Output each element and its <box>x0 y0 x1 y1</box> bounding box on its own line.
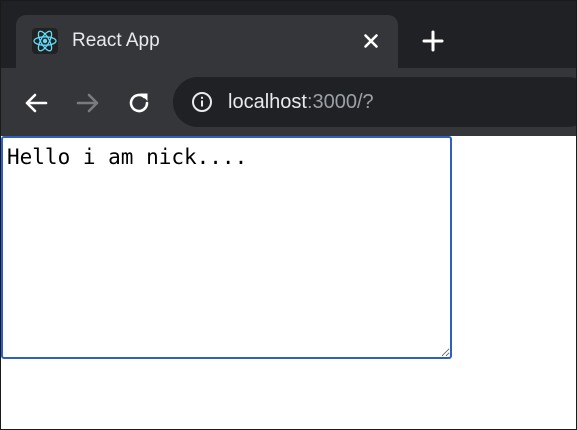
reload-icon[interactable] <box>125 89 153 117</box>
info-icon[interactable] <box>191 91 213 113</box>
react-logo-icon <box>32 28 58 54</box>
address-bar[interactable]: localhost:3000/? <box>173 77 576 127</box>
page-content: Hello i am nick.... <box>1 136 576 429</box>
url-host: localhost <box>228 91 307 113</box>
browser-toolbar: localhost:3000/? <box>1 68 576 136</box>
close-icon[interactable] <box>358 28 384 54</box>
arrow-right-icon[interactable] <box>74 89 102 117</box>
message-textarea[interactable]: Hello i am nick.... <box>1 136 452 359</box>
tab-title: React App <box>72 30 160 51</box>
plus-icon[interactable] <box>419 27 447 55</box>
url-path: :3000/? <box>306 91 374 113</box>
url-text[interactable]: localhost:3000/? <box>228 90 374 114</box>
tab-strip: React App <box>1 1 576 68</box>
arrow-left-icon[interactable] <box>22 89 50 117</box>
browser-window: React App localhost:3000/? Hello i am ni… <box>0 0 577 430</box>
tab-react-app[interactable]: React App <box>16 15 398 68</box>
